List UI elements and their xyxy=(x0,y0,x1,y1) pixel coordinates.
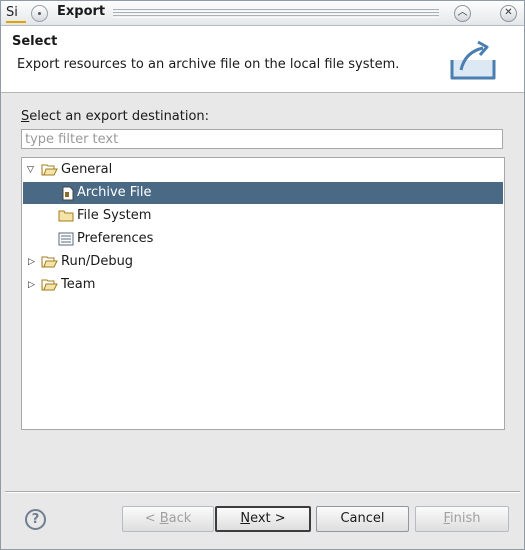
tree-item-label: File System xyxy=(77,208,152,223)
tree-item-file-system[interactable]: File System xyxy=(23,205,503,227)
filter-input[interactable] xyxy=(21,129,503,149)
folder-icon xyxy=(58,210,74,222)
tree-item-run-debug[interactable]: ▷ Run/Debug xyxy=(23,251,503,273)
preferences-icon xyxy=(58,232,74,246)
wizard-header: Select Export resources to an archive fi… xyxy=(1,26,524,93)
expand-right-icon[interactable]: ▷ xyxy=(28,256,38,268)
tree-item-label: General xyxy=(61,162,113,177)
page-description: Export resources to an archive file on t… xyxy=(17,57,400,72)
tree-item-team[interactable]: ▷ Team xyxy=(23,274,503,296)
expand-right-icon[interactable]: ▷ xyxy=(28,279,38,291)
minimize-button[interactable]: ︿ xyxy=(454,5,471,22)
folder-open-icon xyxy=(41,164,58,176)
tree-item-label: Archive File xyxy=(77,185,152,200)
close-button[interactable]: ✕ xyxy=(500,5,517,22)
app-icon: Si xyxy=(6,5,26,23)
close-icon: ✕ xyxy=(504,7,513,18)
folder-open-icon xyxy=(41,256,58,268)
tree-item-archive-file[interactable]: Archive File xyxy=(23,182,503,204)
window-menu-button[interactable] xyxy=(31,5,48,22)
next-button[interactable]: Next > xyxy=(215,506,311,532)
tree-item-label: Preferences xyxy=(77,231,154,246)
title-grip xyxy=(113,8,439,18)
window-title: Export xyxy=(57,4,106,19)
export-icon xyxy=(450,40,496,80)
help-icon[interactable]: ? xyxy=(25,509,46,530)
export-dialog: Si Export ︿ ✕ Select Export resources to… xyxy=(0,0,525,550)
tree-item-label: Run/Debug xyxy=(61,254,134,269)
cancel-button[interactable]: Cancel xyxy=(316,506,409,532)
expand-down-icon[interactable]: ▽ xyxy=(27,164,37,176)
page-title: Select xyxy=(12,34,58,49)
back-button[interactable]: < Back xyxy=(122,506,214,532)
button-separator xyxy=(5,491,520,493)
destination-label: Select an export destination: xyxy=(21,109,210,124)
folder-open-icon xyxy=(41,279,58,291)
title-bar[interactable]: Si Export ︿ ✕ xyxy=(1,1,524,26)
tree-item-label: Team xyxy=(61,277,96,292)
archive-file-icon xyxy=(62,186,74,201)
tree-item-general[interactable]: ▽ General xyxy=(23,159,503,181)
chevron-up-icon: ︿ xyxy=(457,7,468,18)
destination-tree[interactable]: ▽ General Archive File File System Prefe… xyxy=(21,157,505,430)
finish-button[interactable]: Finish xyxy=(415,506,509,532)
tree-item-preferences[interactable]: Preferences xyxy=(23,228,503,250)
